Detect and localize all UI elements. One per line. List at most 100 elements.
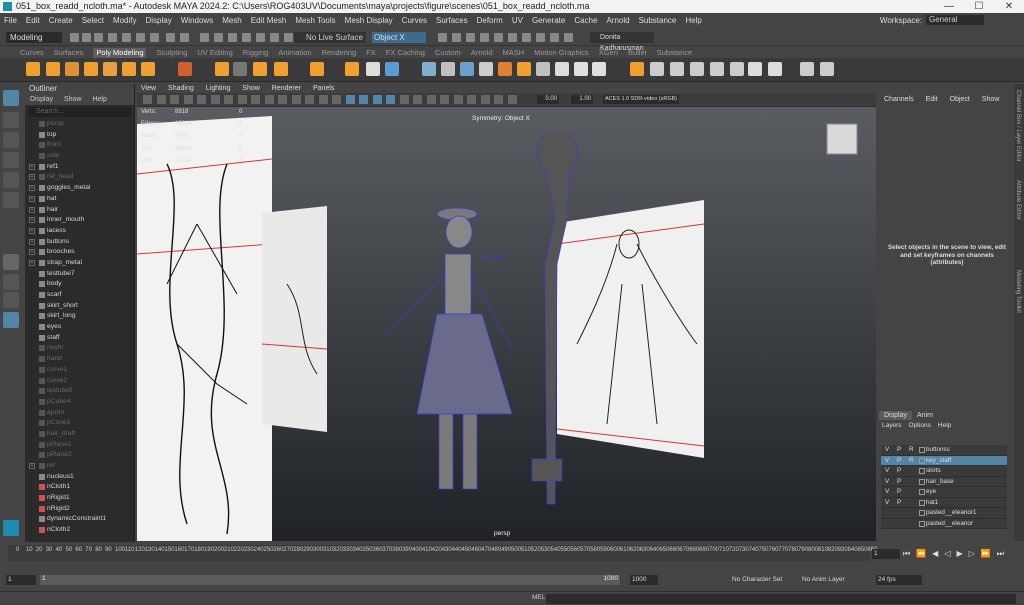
shelf-tool-icon[interactable]: [274, 62, 288, 76]
shelf-tool-icon[interactable]: [555, 62, 569, 76]
maximize-button[interactable]: ☐: [964, 0, 994, 13]
status-tool-icon[interactable]: [214, 33, 223, 42]
outliner-item[interactable]: + brooches: [25, 247, 134, 258]
reference-toggle[interactable]: R: [909, 445, 914, 456]
outliner-item[interactable]: testube5: [25, 386, 134, 397]
shelf-tab-substance[interactable]: Substance: [657, 48, 692, 58]
layer-row[interactable]: V Phair_base: [881, 476, 1007, 487]
shelf-tool-icon[interactable]: [441, 62, 455, 76]
shelf-tool-icon[interactable]: [385, 62, 399, 76]
viewport-menu-shading[interactable]: Shading: [168, 84, 194, 93]
side-tab[interactable]: Channel Box / Layer Editor: [1015, 90, 1021, 162]
expand-icon[interactable]: +: [29, 259, 35, 266]
workspace-dropdown[interactable]: General: [926, 15, 984, 25]
viewport-menu-renderer[interactable]: Renderer: [272, 84, 301, 93]
viewport-tool-icon[interactable]: [480, 95, 490, 104]
outliner-item[interactable]: curve1: [25, 365, 134, 376]
channel-menu-channels[interactable]: Channels: [884, 96, 914, 103]
menu-windows[interactable]: Windows: [181, 16, 213, 25]
visibility-toggle[interactable]: V: [885, 487, 889, 498]
outliner-item[interactable]: neyhi: [25, 343, 134, 354]
reference-toggle[interactable]: R: [909, 456, 914, 467]
outliner-item[interactable]: apron: [25, 408, 134, 419]
move-tool-icon[interactable]: [3, 152, 19, 168]
menu-mesh[interactable]: Mesh: [222, 16, 242, 25]
four-view-icon[interactable]: [3, 274, 19, 290]
menu-mesh-tools[interactable]: Mesh Tools: [295, 16, 335, 25]
shelf-tool-icon[interactable]: [517, 62, 531, 76]
lasso-tool-icon[interactable]: [3, 112, 19, 128]
menu-edit[interactable]: Edit: [26, 16, 40, 25]
outliner-menu-help[interactable]: Help: [92, 94, 106, 105]
status-tool-icon[interactable]: [82, 33, 91, 42]
play-back-icon[interactable]: ◁: [944, 549, 950, 559]
shelf-tool-icon[interactable]: [65, 62, 79, 76]
outliner-item[interactable]: dynamicConstraint1: [25, 514, 134, 525]
outliner-item[interactable]: + goggles_metal: [25, 183, 134, 194]
viewport-tool-icon[interactable]: [494, 95, 503, 104]
outliner-item[interactable]: front: [25, 140, 134, 151]
channel-menu-object[interactable]: Object: [950, 96, 970, 103]
shelf-tool-icon[interactable]: [536, 62, 550, 76]
shelf-tool-icon[interactable]: [800, 62, 814, 76]
status-tool-icon[interactable]: [242, 33, 251, 42]
two-view-icon[interactable]: [3, 292, 19, 308]
status-tool-icon[interactable]: [536, 33, 545, 42]
shelf-tool-icon[interactable]: [460, 62, 474, 76]
outliner-item[interactable]: + hat: [25, 194, 134, 205]
status-tool-icon[interactable]: [270, 33, 279, 42]
viewport-tool-icon[interactable]: [426, 95, 436, 104]
viewport-tool-icon[interactable]: [345, 95, 355, 104]
status-tool-icon[interactable]: [494, 33, 503, 42]
outliner-item[interactable]: nCloth1: [25, 482, 134, 493]
layer-color-swatch[interactable]: [919, 510, 925, 516]
outliner-layout-icon[interactable]: [3, 312, 19, 328]
layer-row[interactable]: V Phat1: [881, 497, 1007, 509]
layer-row[interactable]: V P Rkey_staff: [881, 455, 1007, 467]
viewport-menu-panels[interactable]: Panels: [313, 84, 334, 93]
menu-deform[interactable]: Deform: [477, 16, 503, 25]
viewport-menu-show[interactable]: Show: [242, 84, 260, 93]
outliner-item[interactable]: pPlane2: [25, 450, 134, 461]
status-tool-icon[interactable]: [522, 33, 531, 42]
shelf-tab-custom[interactable]: Custom: [435, 48, 461, 58]
outliner-item[interactable]: scarf: [25, 290, 134, 301]
shelf-tool-icon[interactable]: [820, 62, 834, 76]
outliner-item[interactable]: + ref: [25, 461, 134, 472]
minimize-button[interactable]: —: [934, 0, 964, 13]
outliner-item[interactable]: + strap_metal: [25, 258, 134, 269]
shelf-tool-icon[interactable]: [498, 62, 512, 76]
shelf-tool-icon[interactable]: [310, 62, 324, 76]
shelf-tool-icon[interactable]: [670, 62, 684, 76]
shelf-tool-icon[interactable]: [26, 62, 40, 76]
layer-color-swatch[interactable]: [919, 457, 925, 464]
go-start-icon[interactable]: ⏮: [903, 549, 910, 559]
shelf-tool-icon[interactable]: [46, 62, 60, 76]
scale-tool-icon[interactable]: [3, 192, 19, 208]
gamma-field[interactable]: 1.00: [571, 95, 593, 104]
outliner-menu-show[interactable]: Show: [64, 94, 82, 105]
viewport-tool-icon[interactable]: [224, 95, 233, 104]
expand-icon[interactable]: +: [29, 463, 35, 469]
outliner-item[interactable]: body: [25, 279, 134, 290]
exposure-field[interactable]: 0.00: [537, 95, 559, 104]
rotate-tool-icon[interactable]: [3, 172, 19, 188]
shelf-tool-icon[interactable]: [122, 62, 136, 76]
layer-row[interactable]: pasted__eleanor: [881, 518, 1007, 529]
visibility-toggle[interactable]: V: [885, 498, 889, 509]
outliner-item[interactable]: + hair: [25, 205, 134, 216]
single-view-icon[interactable]: [3, 254, 19, 270]
fps-dropdown[interactable]: 24 fps: [876, 575, 922, 585]
outliner-search-input[interactable]: Search...: [28, 107, 131, 117]
shelf-tool-icon[interactable]: [479, 62, 493, 76]
viewport-tool-icon[interactable]: [237, 95, 247, 104]
status-tool-icon[interactable]: [228, 33, 237, 42]
shelf-tab-fx-caching[interactable]: FX Caching: [386, 48, 425, 58]
viewport-tool-icon[interactable]: [264, 95, 274, 104]
command-input[interactable]: [546, 594, 1016, 604]
go-end-icon[interactable]: ⏭: [997, 549, 1004, 559]
playback-toggle[interactable]: P: [897, 445, 901, 456]
viewport-tool-icon[interactable]: [143, 95, 152, 104]
side-tab[interactable]: Attribute Editor: [1015, 180, 1021, 220]
viewport-menu-view[interactable]: View: [141, 84, 156, 93]
